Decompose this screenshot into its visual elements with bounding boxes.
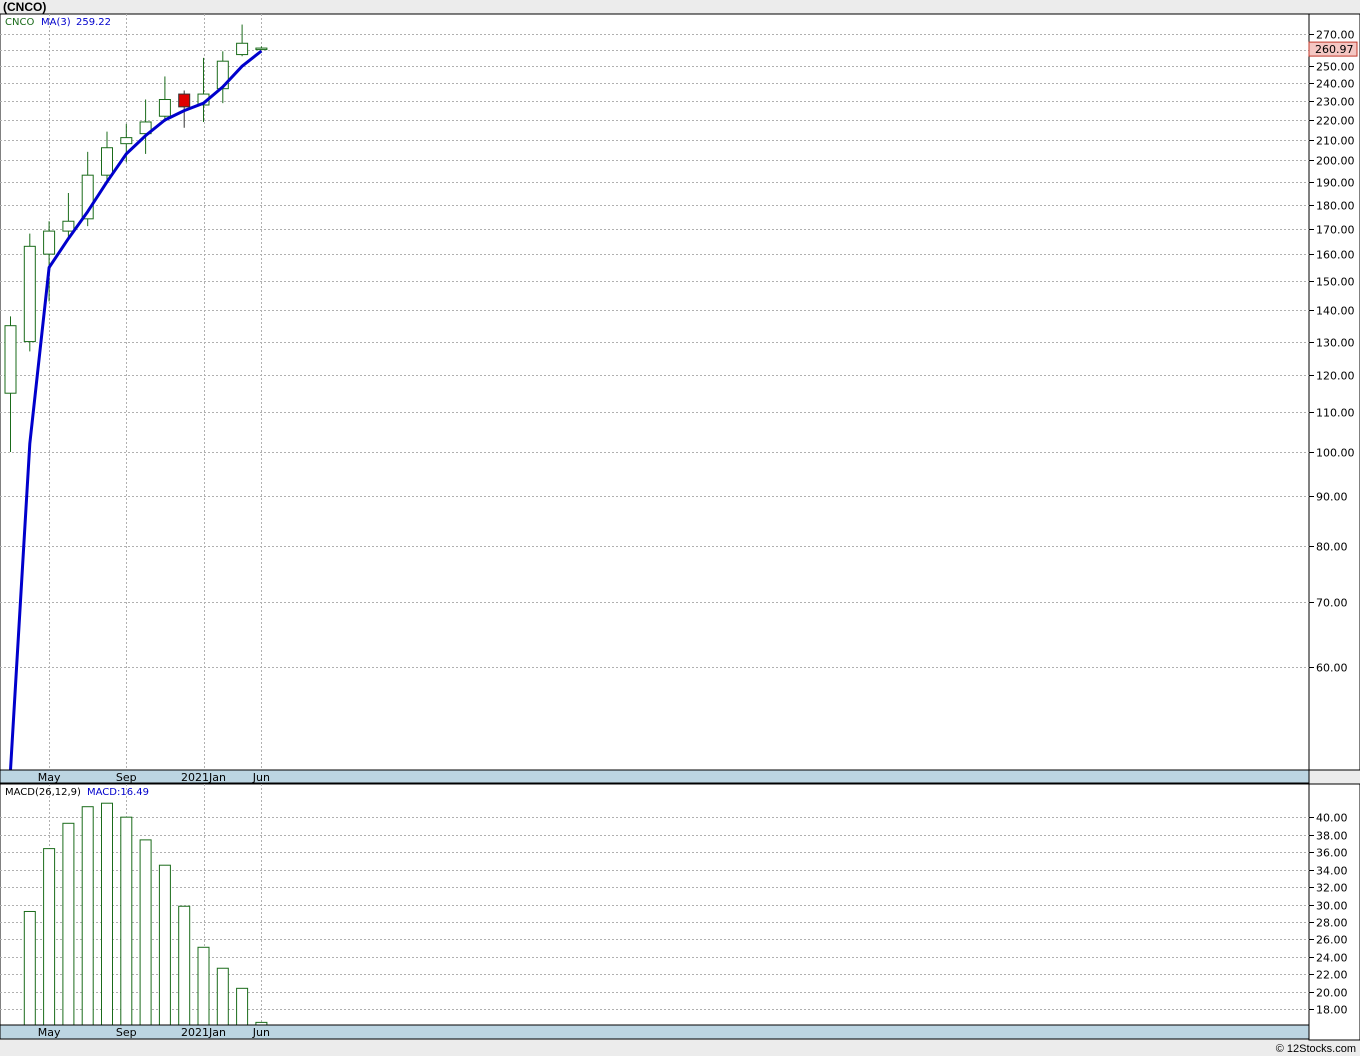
last-price-marker: 260.97 — [1308, 41, 1358, 57]
candle-body — [23, 245, 36, 343]
macd-bar — [178, 905, 191, 1026]
site-credit: © 12Stocks.com — [1275, 1043, 1356, 1055]
macd-tick-label: 40.00 — [1316, 812, 1348, 825]
macd-tick-label: 28.00 — [1316, 917, 1348, 930]
candle-body — [120, 137, 133, 145]
macd-plot-area — [0, 783, 1310, 1026]
macd-tick-label: 22.00 — [1316, 969, 1348, 982]
price-tick-label: 230.00 — [1316, 96, 1355, 109]
price-tick-label: 240.00 — [1316, 78, 1355, 91]
legend-symbol: CNCO — [5, 17, 34, 28]
stock-chart: 60.00 70.00 80.00 90.00 100.00 110.00 120.00 13… — [0, 13, 1360, 1041]
legend-ma-label: MA(3) — [41, 17, 71, 28]
x-axis-label: Jun — [252, 771, 270, 784]
price-tick-label: 70.00 — [1316, 597, 1348, 610]
price-tick-label: 110.00 — [1316, 407, 1355, 420]
x-axis-label: May — [38, 771, 61, 784]
price-tick-label: 200.00 — [1316, 155, 1355, 168]
macd-bar — [236, 987, 249, 1026]
candle-body — [62, 220, 75, 232]
macd-bar — [197, 946, 210, 1026]
macd-panel: 18.00 20.00 22.00 24.00 26.00 28.00 30.00 32.00… — [0, 783, 1360, 1041]
candle-body — [43, 230, 56, 255]
macd-tick-label: 36.00 — [1316, 847, 1348, 860]
x-axis-label: Jun — [252, 1026, 270, 1039]
price-panel: 60.00 70.00 80.00 90.00 100.00 110.00 120.00 13… — [0, 13, 1360, 771]
price-tick-label: 210.00 — [1316, 135, 1355, 148]
price-tick-label: 220.00 — [1316, 115, 1355, 128]
x-axis-label: Sep — [116, 1026, 137, 1039]
price-tick-label: 250.00 — [1316, 61, 1355, 74]
price-tick-label: 130.00 — [1316, 337, 1355, 350]
price-tick-label: 60.00 — [1316, 662, 1348, 675]
legend-macd-label: MACD(26,12,9) — [5, 787, 81, 798]
candle — [23, 233, 36, 352]
macd-tick-label: 30.00 — [1316, 900, 1348, 913]
price-tick-label: 160.00 — [1316, 249, 1355, 262]
macd-bar — [216, 967, 229, 1026]
x-axis-label: May — [38, 1026, 61, 1039]
macd-tick-label: 24.00 — [1316, 952, 1348, 965]
price-tick-label: 140.00 — [1316, 305, 1355, 318]
candle-body — [158, 98, 171, 117]
macd-bar — [120, 816, 133, 1026]
price-tick-label: 170.00 — [1316, 224, 1355, 237]
price-tick-label: 100.00 — [1316, 447, 1355, 460]
macd-tick-label: 20.00 — [1316, 987, 1348, 1000]
macd-tick-label: 38.00 — [1316, 830, 1348, 843]
x-axis-label: Sep — [116, 771, 137, 784]
candle-body — [4, 325, 17, 394]
price-tick-label: 80.00 — [1316, 541, 1348, 554]
macd-tick-label: 26.00 — [1316, 934, 1348, 947]
macd-tick-label: 18.00 — [1316, 1004, 1348, 1017]
macd-bar — [62, 822, 75, 1026]
macd-bar — [23, 910, 36, 1026]
x-axis-label: 2021Jan — [181, 1026, 226, 1039]
candle-body — [255, 47, 268, 51]
price-tick-label: 90.00 — [1316, 491, 1348, 504]
legend-ma-value: 259.22 — [76, 17, 111, 28]
legend-macd-value: MACD:16.49 — [87, 787, 149, 798]
price-plot-area — [0, 13, 1310, 771]
candle-body — [101, 147, 113, 176]
macd-bar — [139, 839, 152, 1026]
macd-bar — [81, 806, 94, 1026]
price-tick-label: 120.00 — [1316, 370, 1355, 383]
price-tick-label: 150.00 — [1316, 276, 1355, 289]
price-tick-label: 270.00 — [1316, 29, 1355, 42]
macd-tick-label: 32.00 — [1316, 882, 1348, 895]
last-price-label: 260.97 — [1315, 43, 1354, 56]
x-axis-label: 2021Jan — [181, 771, 226, 784]
macd-bar — [43, 848, 56, 1026]
price-tick-label: 180.00 — [1316, 200, 1355, 213]
candle-body — [178, 93, 191, 108]
macd-tick-label: 34.00 — [1316, 865, 1348, 878]
macd-bar — [101, 802, 113, 1026]
price-tick-label: 190.00 — [1316, 177, 1355, 190]
macd-bar — [158, 864, 171, 1026]
candle-body — [236, 42, 249, 56]
